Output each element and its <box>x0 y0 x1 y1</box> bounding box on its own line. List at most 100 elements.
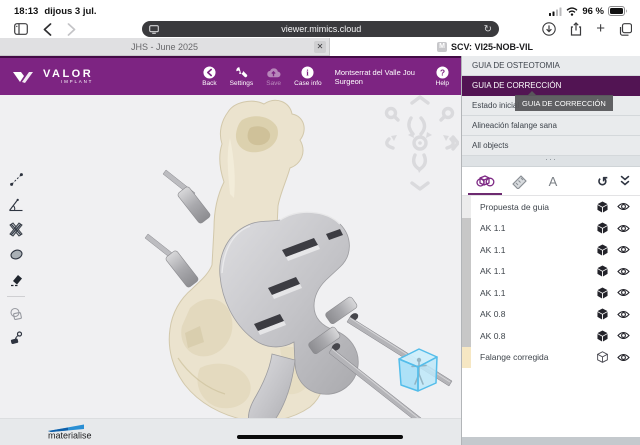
info-icon: i <box>301 66 314 79</box>
cube-icon[interactable] <box>597 244 608 256</box>
home-indicator[interactable] <box>237 435 403 440</box>
cube-icon[interactable] <box>597 201 608 213</box>
object-row-ak[interactable]: AK 0.8 <box>462 325 640 347</box>
url-text: viewer.mimics.cloud <box>159 24 484 34</box>
user-name: Montserrat del Valle Jou <box>335 68 423 77</box>
object-row-ak[interactable]: AK 1.1 <box>462 261 640 283</box>
tab-close-icon[interactable]: ✕ <box>314 41 326 53</box>
date: dijous 3 jul. <box>44 6 96 17</box>
save-button[interactable]: Save <box>266 66 281 87</box>
color-swatch <box>462 218 471 240</box>
cube-outline-icon[interactable] <box>597 351 608 363</box>
object-row-propuesta[interactable]: Propuesta de guia <box>462 196 640 218</box>
object-row-falange[interactable]: Falange corregida <box>462 347 640 369</box>
cube-icon[interactable] <box>597 265 608 277</box>
back-circle-icon <box>203 66 216 79</box>
region-tool-icon[interactable] <box>8 305 25 322</box>
tab-objects[interactable] <box>468 167 502 195</box>
ipad-screen: 18:13 dijous 3 jul. 96 % <box>0 0 640 445</box>
viewport-footer: materialise <box>0 418 461 445</box>
back-button-app[interactable]: Back <box>202 66 216 87</box>
fixation-pins-upper <box>145 170 195 264</box>
object-row-ak[interactable]: AK 1.1 <box>462 282 640 304</box>
measure-angle-icon[interactable] <box>8 196 25 213</box>
help-icon: ? <box>436 66 449 79</box>
visibility-eye-icon[interactable] <box>617 288 630 297</box>
tab-measurements[interactable] <box>502 167 536 195</box>
tab-scv[interactable]: M SCV: VI25-NOB-VIL <box>330 38 640 56</box>
visibility-eye-icon[interactable] <box>617 267 630 276</box>
safari-toolbar: viewer.mimics.cloud ↻ + <box>0 20 640 38</box>
ruler-icon <box>511 174 528 189</box>
menu-alineacion[interactable]: Alineación falange sana <box>462 116 640 136</box>
tab-annotations[interactable]: A <box>536 167 570 195</box>
menu-guia-osteotomia[interactable]: GUIA DE OSTEOTOMIA <box>462 56 640 76</box>
side-panel: GUIA DE OSTEOTOMIA GUIA DE CORRECCIÓN Es… <box>461 56 640 445</box>
collapse-panel-icon[interactable] <box>620 175 630 187</box>
back-button[interactable] <box>43 23 52 36</box>
panel-drag-handle[interactable]: ··· <box>462 156 640 167</box>
download-icon[interactable] <box>542 22 556 36</box>
color-swatch <box>462 196 471 218</box>
panel-tab-bar: A ↺ <box>462 167 640 196</box>
object-row-ak[interactable]: AK 1.1 <box>462 218 640 240</box>
sidebar-toggle-icon[interactable] <box>14 23 28 35</box>
color-swatch <box>462 347 471 369</box>
visibility-eye-icon[interactable] <box>617 331 630 340</box>
object-row-ak[interactable]: AK 0.8 <box>462 304 640 326</box>
pin-tool-icon[interactable] <box>8 330 25 347</box>
color-swatch <box>462 261 471 283</box>
reload-icon[interactable]: ↻ <box>484 24 492 35</box>
eraser-icon[interactable] <box>8 271 25 288</box>
battery-icon <box>608 6 628 16</box>
settings-button[interactable]: Settings <box>230 66 254 87</box>
materialise-logo: materialise <box>34 423 106 440</box>
visibility-eye-icon[interactable] <box>617 224 630 233</box>
tooltip-guia-correccion: GUIA DE CORRECCIÓN <box>515 95 613 111</box>
color-swatch <box>462 282 471 304</box>
menu-guia-correccion[interactable]: GUIA DE CORRECCIÓN <box>462 76 640 96</box>
color-swatch <box>462 304 471 326</box>
tab-label: SCV: VI25-NOB-VIL <box>451 42 533 52</box>
wifi-icon <box>566 7 578 16</box>
share-icon[interactable] <box>570 22 582 36</box>
cellular-icon <box>549 7 562 16</box>
color-swatch <box>462 325 471 347</box>
viewport-3d[interactable]: materialise <box>0 95 461 445</box>
svg-text:?: ? <box>440 67 445 77</box>
visibility-eye-icon[interactable] <box>617 202 630 211</box>
valor-implant-logo: VALOR IMPLANT <box>12 69 93 85</box>
cube-icon[interactable] <box>597 330 608 342</box>
reset-view-icon[interactable]: ↺ <box>597 175 608 188</box>
user-info: Montserrat del Valle Jou Surgeon <box>335 68 423 86</box>
cloud-upload-icon <box>266 66 281 79</box>
ellipse-tool-icon[interactable] <box>8 246 25 263</box>
cutting-planes-icon[interactable] <box>8 221 25 238</box>
object-row-ak[interactable]: AK 1.1 <box>462 239 640 261</box>
toolbar-divider <box>7 296 25 297</box>
orientation-cube[interactable] <box>393 344 441 396</box>
new-tab-icon[interactable]: + <box>596 22 605 36</box>
wrench-icon <box>235 66 248 79</box>
cube-icon[interactable] <box>597 222 608 234</box>
cube-icon[interactable] <box>597 308 608 320</box>
address-bar[interactable]: viewer.mimics.cloud ↻ <box>142 21 499 37</box>
measure-toolbar <box>4 171 28 347</box>
panel-scrollbar[interactable] <box>462 437 640 445</box>
case-info-button[interactable]: i Case info <box>294 66 321 87</box>
user-role: Surgeon <box>335 77 423 86</box>
forward-button[interactable] <box>67 23 76 36</box>
tabs-overview-icon[interactable] <box>619 23 632 36</box>
help-button[interactable]: ? Help <box>436 66 449 87</box>
battery-percent: 96 % <box>582 6 604 17</box>
visibility-eye-icon[interactable] <box>617 310 630 319</box>
tab-jhs[interactable]: JHS - June 2025 ✕ <box>0 38 330 56</box>
visibility-eye-icon[interactable] <box>617 245 630 254</box>
visibility-eye-icon[interactable] <box>617 353 630 362</box>
measure-distance-icon[interactable] <box>8 171 25 188</box>
tab-favicon: M <box>437 42 447 52</box>
cube-icon[interactable] <box>597 287 608 299</box>
status-bar: 18:13 dijous 3 jul. 96 % <box>0 0 640 20</box>
page-settings-icon[interactable] <box>149 25 159 34</box>
menu-all-objects[interactable]: All objects <box>462 136 640 156</box>
